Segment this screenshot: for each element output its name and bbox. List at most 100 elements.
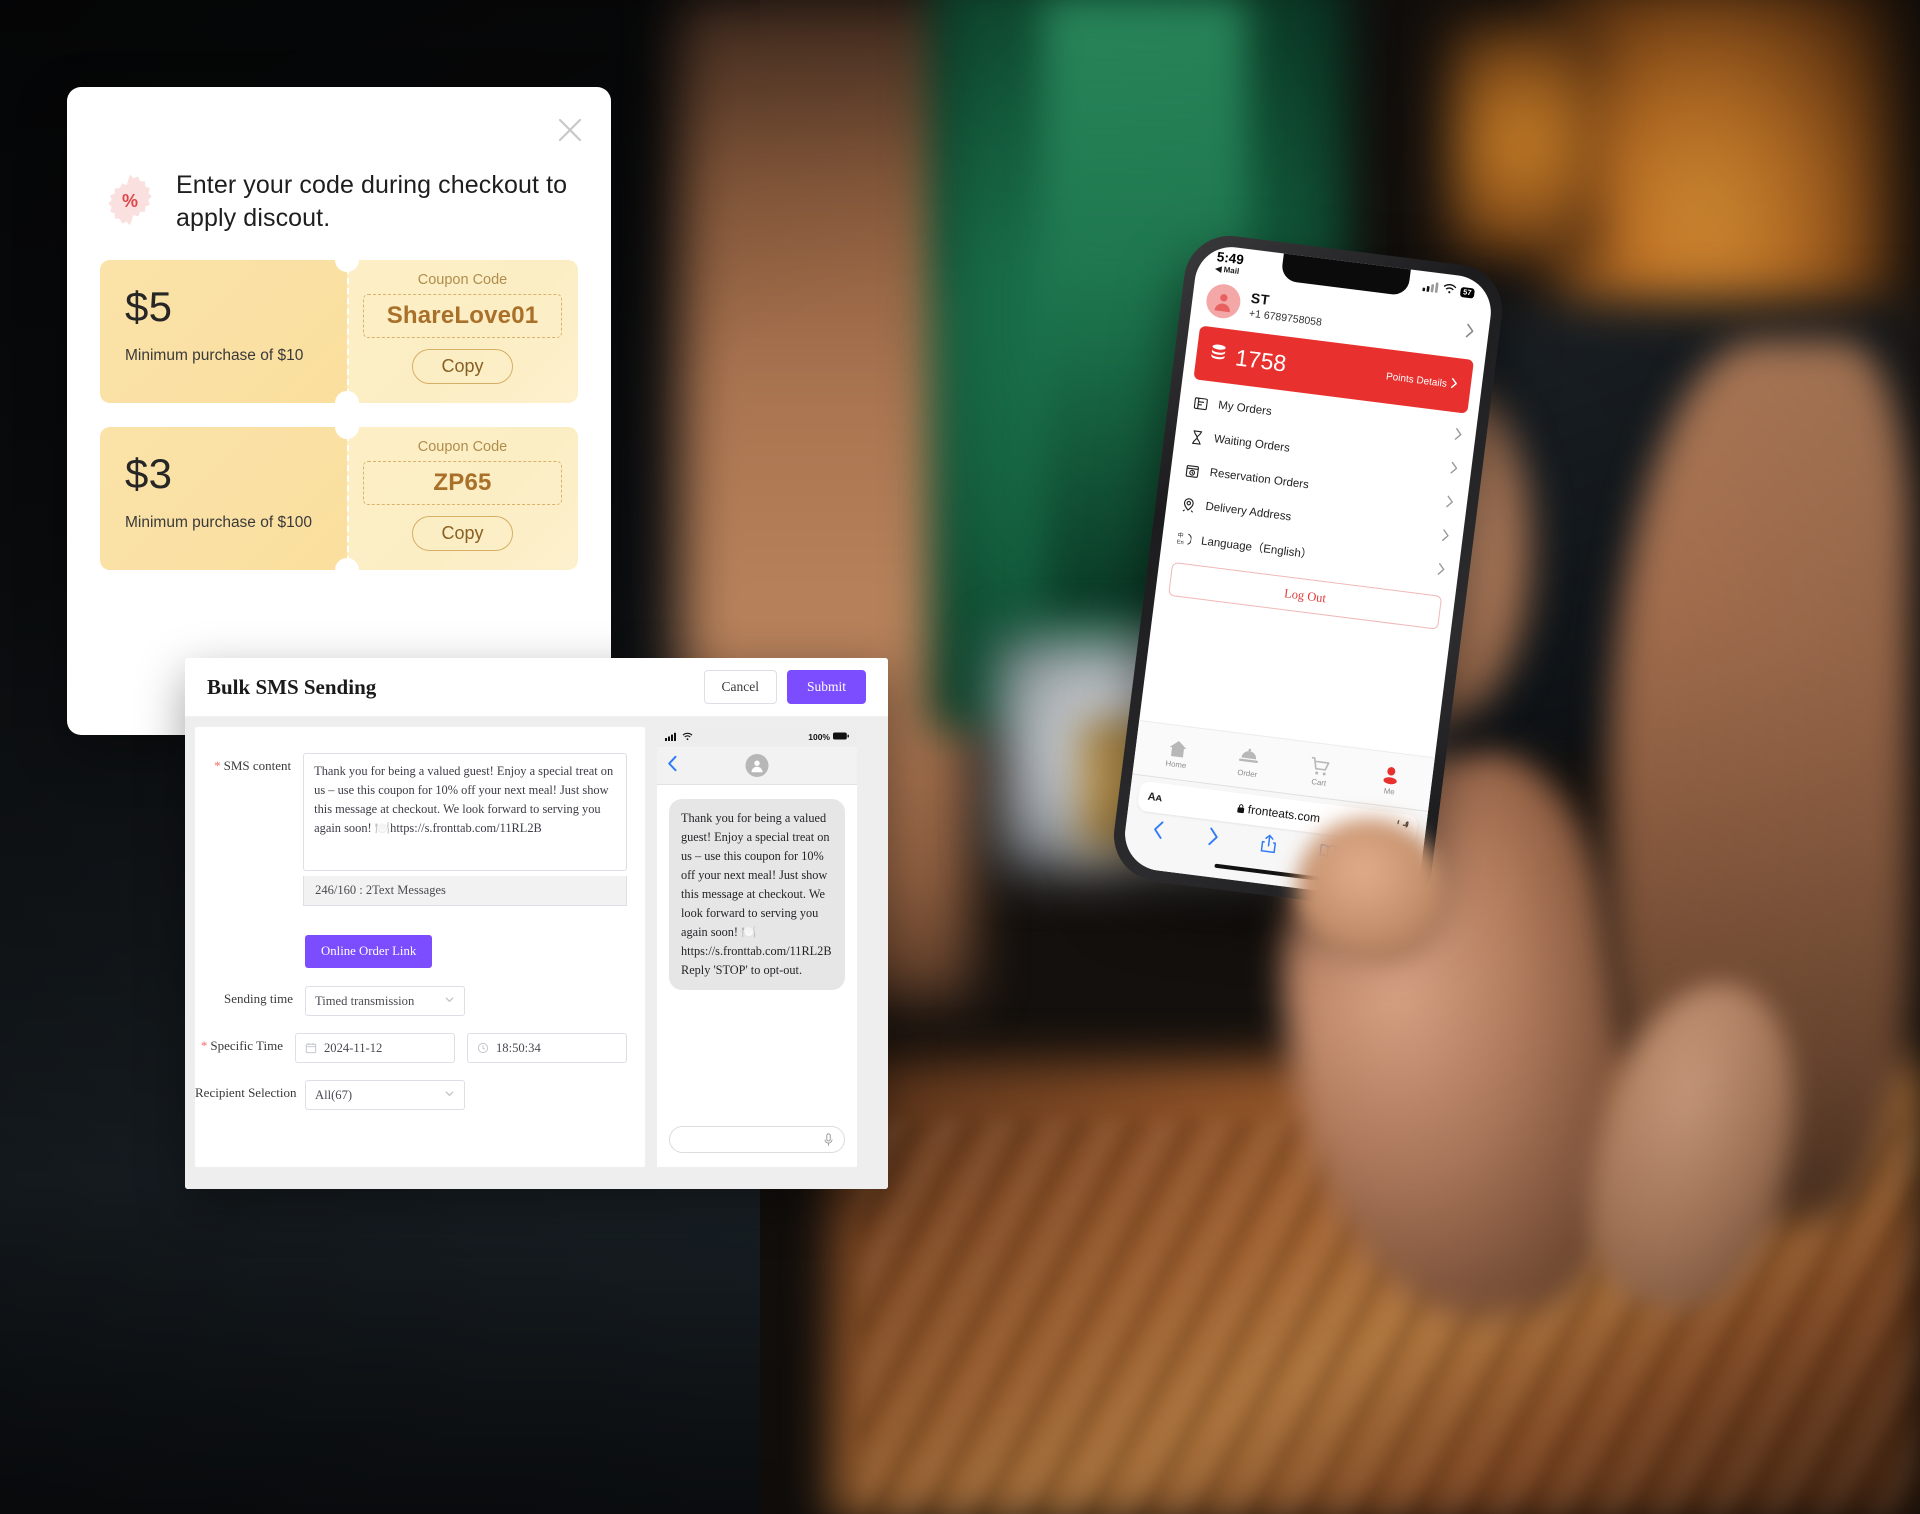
wifi-icon (682, 732, 693, 743)
chevron-down-icon (444, 1088, 455, 1102)
tab-me[interactable]: Me (1379, 765, 1402, 797)
iphone-menu-list: My Orders Waiting Orders Reservation Ord… (1160, 378, 1478, 590)
specific-time-fields: 2024-11-12 18:50:34 (295, 1033, 627, 1063)
user-avatar-icon (1204, 282, 1243, 321)
specific-date-input[interactable]: 2024-11-12 (295, 1033, 455, 1063)
svg-text:En: En (1176, 539, 1184, 546)
preview-message-input[interactable] (669, 1126, 845, 1153)
coupon-code-label: Coupon Code (417, 272, 508, 288)
order-list-icon (1193, 395, 1210, 412)
coupon-minimum: Minimum purchase of $100 (125, 514, 312, 531)
recipient-selection-label: Recipient Selection (195, 1085, 297, 1100)
preview-message-bubble: Thank you for being a valued guest! Enjo… (669, 799, 845, 991)
cellular-signal-icon (665, 732, 678, 743)
coupon-code-pane: Coupon Code ZP65 Copy (347, 427, 578, 570)
copy-button[interactable]: Copy (412, 516, 513, 551)
preview-message-thread: Thank you for being a valued guest! Enjo… (657, 785, 857, 1116)
coupon-perforation (347, 435, 349, 562)
sms-content-wrap: 246/160 : 2Text Messages (303, 753, 627, 906)
sms-content-label: * SMS content (214, 758, 292, 773)
recipient-selection-select[interactable]: All(67) (305, 1080, 465, 1110)
chevron-right-icon[interactable] (1205, 826, 1220, 851)
tab-label: Cart (1310, 777, 1327, 788)
dialog-header: Bulk SMS Sending Cancel Submit (185, 658, 888, 717)
iphone-points-details[interactable]: Points Details (1385, 369, 1458, 392)
tab-order[interactable]: Order (1236, 747, 1261, 779)
battery-percent: 100% (808, 732, 830, 742)
coupon-code-value: ShareLove01 (386, 302, 539, 329)
points-details-label: Points Details (1385, 370, 1448, 390)
chevron-right-icon (1453, 427, 1463, 444)
chevron-right-icon (1450, 377, 1459, 392)
percent-badge-icon: % (103, 173, 157, 227)
text-size-aa-button[interactable]: Aᴀ (1147, 791, 1163, 805)
specific-clock-input[interactable]: 18:50:34 (467, 1033, 627, 1063)
tab-cart[interactable]: Cart (1308, 756, 1333, 788)
tab-label: Order (1236, 767, 1258, 780)
wifi-icon (1441, 283, 1457, 299)
coupon-code-value: ZP65 (433, 469, 492, 496)
coupon-notch-top (335, 248, 359, 272)
tab-home[interactable]: Home (1165, 738, 1189, 770)
dialog-body: *SMS content 246/160 : 2Text Messages On… (185, 717, 888, 1189)
preview-battery-group: 100% (808, 732, 849, 742)
coupon-perforation (347, 268, 349, 395)
cancel-button[interactable]: Cancel (703, 670, 777, 704)
tab-label: Me (1383, 786, 1396, 797)
coupon-amount-pane: $5 Minimum purchase of $10 (100, 260, 347, 403)
status-back-app[interactable]: ◀ Mail (1215, 264, 1240, 276)
coupon-code-box: ZP65 (363, 461, 562, 505)
recipient-selection-value: All(67) (315, 1087, 353, 1102)
coupon-amount-pane: $3 Minimum purchase of $100 (100, 427, 347, 570)
menu-item-label: Language（English） (1200, 535, 1313, 562)
sms-content-textarea[interactable] (303, 753, 627, 871)
character-count: 246/160 : 2Text Messages (303, 876, 627, 906)
coupon-card: $3 Minimum purchase of $100 Coupon Code … (100, 415, 578, 582)
chevron-right-icon (1464, 323, 1475, 342)
menu-item-label: Delivery Address (1204, 500, 1292, 524)
required-asterisk: * (214, 758, 221, 773)
chevron-left-icon[interactable] (667, 755, 678, 776)
microphone-icon[interactable] (823, 1132, 834, 1147)
svg-text:中: 中 (1177, 530, 1184, 539)
coupon-code-label: Coupon Code (417, 439, 508, 455)
status-right: 57 (1421, 276, 1476, 300)
preview-input-bar (657, 1116, 857, 1167)
book-icon[interactable] (1317, 843, 1336, 865)
sending-time-label: Sending time (224, 991, 293, 1006)
cellular-signal-icon (1421, 280, 1440, 296)
battery-full-icon (833, 732, 849, 742)
required-asterisk: * (200, 1038, 208, 1053)
specific-time-label: * Specific Time (200, 1038, 283, 1053)
iphone-profile-text: ST +1 6789758058 (1248, 290, 1324, 329)
reload-icon[interactable] (1394, 817, 1409, 838)
iphone-points-value: 1758 (1233, 343, 1288, 377)
status-left: 5:49 ◀ Mail (1215, 249, 1245, 277)
coupon-amount: $5 (125, 283, 173, 330)
coupon-notch-top (335, 415, 359, 439)
coins-stack-icon (1208, 343, 1228, 368)
tab-label: Home (1164, 758, 1187, 771)
online-order-link-button[interactable]: Online Order Link (305, 935, 433, 968)
specific-clock-value: 18:50:34 (496, 1040, 541, 1055)
clock-icon (477, 1042, 489, 1054)
person-avatar-icon (745, 754, 769, 777)
battery-level: 57 (1459, 286, 1475, 299)
chevron-left-icon[interactable] (1151, 820, 1166, 845)
submit-button[interactable]: Submit (786, 670, 866, 704)
sending-time-row: Sending time Timed transmission (195, 986, 627, 1016)
coupon-notch-bottom (335, 391, 359, 415)
copy-button[interactable]: Copy (412, 349, 513, 384)
sending-time-select[interactable]: Timed transmission (305, 986, 465, 1016)
preview-nav-bar (657, 747, 857, 785)
recipient-selection-row: Recipient Selection All(67) (195, 1080, 627, 1110)
chevron-down-icon (444, 994, 455, 1008)
dialog-actions: Cancel Submit (703, 670, 866, 704)
share-icon[interactable] (1259, 833, 1278, 859)
sending-time-value: Timed transmission (315, 993, 415, 1008)
coupon-card: $5 Minimum purchase of $10 Coupon Code S… (100, 248, 578, 415)
close-icon[interactable] (553, 113, 587, 147)
tabs-icon[interactable] (1376, 849, 1396, 873)
preview-status-bar: 100% (657, 727, 857, 747)
coupon-headline-row: % Enter your code during checkout to app… (67, 87, 611, 234)
